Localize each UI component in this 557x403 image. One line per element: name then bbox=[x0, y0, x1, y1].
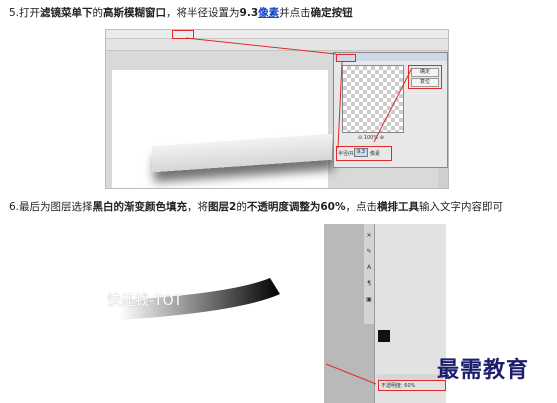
step-6-instruction: 6.最后为图层选择黑白的渐变颜色填充，将图层2的不透明度调整为60%，点击横排工… bbox=[9, 201, 503, 213]
gaussian-blur-screenshot: 确定 复位 ⊖ 100% ⊕ 半径(R): 9.3 像素 bbox=[105, 29, 449, 189]
annotation-arrow bbox=[325, 363, 377, 385]
step-5-instruction: 5.打开滤镜菜单下的高斯模糊窗口，将半径设置为9.3像素并点击确定按钮 bbox=[9, 7, 353, 19]
watermark: 最需教育 bbox=[437, 357, 530, 383]
pixel-link[interactable]: 像素 bbox=[258, 7, 279, 19]
final-result-screenshot: 快还钱-TOT ✕ ✎ A ¶ ▣ 不透明度: 60% bbox=[104, 224, 446, 403]
annotation-arrows bbox=[185, 37, 413, 149]
